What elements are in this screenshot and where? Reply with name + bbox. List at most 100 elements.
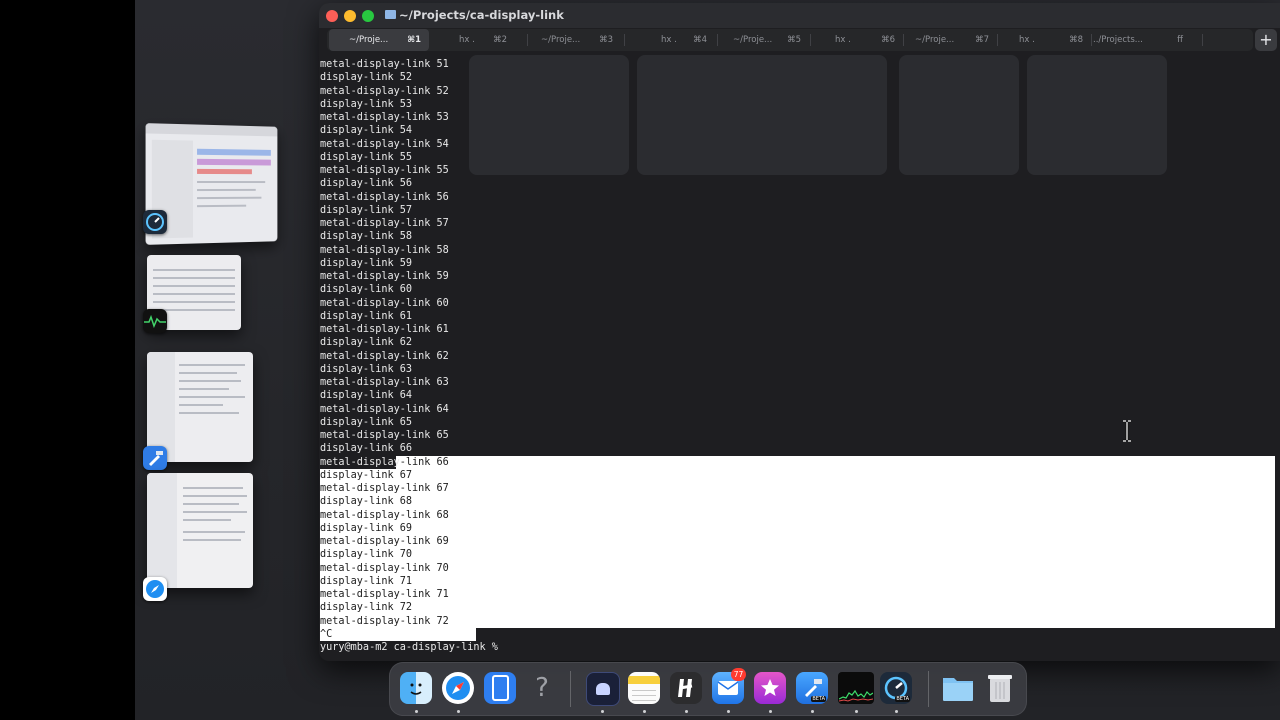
tab-9[interactable]: ../Projects... ff	[1093, 29, 1187, 51]
output-line: display-link 57	[320, 204, 413, 216]
tab-label: hx .	[835, 35, 851, 45]
output-line: display-link 63	[320, 363, 413, 375]
tab-shortcut: ⌘8	[1069, 35, 1083, 45]
output-line: metal-display-link 65	[320, 430, 449, 441]
tab-shortcut: ⌘4	[693, 35, 707, 45]
safari-icon[interactable]	[442, 672, 474, 704]
running-indicator	[457, 710, 460, 713]
output-line: ^C	[320, 628, 333, 640]
tab-label: ~/Proje...	[733, 35, 773, 45]
tab-2[interactable]: hx . ⌘2	[445, 29, 515, 51]
folder-icon	[385, 10, 396, 19]
close-button[interactable]	[326, 10, 338, 22]
selection-gap	[476, 627, 1275, 642]
running-indicator	[811, 710, 814, 713]
output-line: display-link 71	[320, 575, 413, 587]
running-indicator	[769, 710, 772, 713]
activity-graph-icon[interactable]	[838, 672, 874, 704]
xcode-beta-icon[interactable]: BETA	[796, 672, 828, 704]
tab-4[interactable]: hx . ⌘4	[631, 29, 715, 51]
dock-divider	[570, 671, 571, 707]
tab-label: ~/Proje...	[541, 35, 581, 45]
background-window-ghost	[469, 55, 1169, 185]
tab-6[interactable]: hx . ⌘6	[813, 29, 903, 51]
blue-app-icon[interactable]	[484, 672, 516, 704]
output-line: display-link 52	[320, 72, 413, 84]
tab-5[interactable]: ~/Proje... ⌘5	[719, 29, 809, 51]
output-line: metal-display-link 56	[320, 191, 449, 203]
output-line: metal-display-link 53	[320, 112, 449, 123]
output-line: display-link 67	[320, 469, 413, 481]
output-line: metal-display-link 70	[320, 562, 449, 574]
help-icon[interactable]: ?	[526, 672, 558, 704]
output-line: display-link 58	[320, 231, 413, 243]
output-line: display-link 55	[320, 151, 413, 163]
tab-label: hx .	[459, 35, 475, 45]
star-app-icon[interactable]	[754, 672, 786, 704]
running-indicator	[727, 710, 730, 713]
tab-divider	[624, 34, 625, 46]
running-indicator	[601, 710, 604, 713]
output-line: metal-display-link 66	[320, 455, 449, 469]
output-line: display-link 62	[320, 337, 413, 349]
output-line: metal-display-link 57	[320, 218, 449, 229]
tab-divider	[1202, 34, 1203, 46]
output-line: display-link 70	[320, 549, 413, 561]
beta-label: BETA	[811, 696, 826, 702]
tab-bar: ~/Proje... ⌘1 hx . ⌘2 ~/Proje... ⌘3 hx .…	[327, 29, 1253, 51]
tab-label: ~/Proje...	[915, 35, 955, 45]
zoom-button[interactable]	[362, 10, 374, 22]
tab-1[interactable]: ~/Proje... ⌘1	[329, 29, 429, 51]
tab-shortcut: ff	[1177, 35, 1183, 45]
output-line: display-link 54	[320, 125, 413, 137]
output-line: display-link 72	[320, 602, 413, 614]
stage-thumb-safari[interactable]	[147, 473, 253, 588]
tab-divider	[717, 34, 718, 46]
output-line: metal-display-link 68	[320, 509, 449, 521]
trash-icon[interactable]	[984, 672, 1016, 704]
tab-shortcut: ⌘3	[599, 35, 613, 45]
tab-label: hx .	[661, 35, 677, 45]
output-line: metal-display-link 64	[320, 403, 449, 415]
output-line: metal-display-link 69	[320, 536, 449, 547]
finder-icon[interactable]	[400, 672, 432, 704]
helix-icon[interactable]	[670, 672, 702, 704]
output-line: metal-display-link 60	[320, 297, 449, 309]
minimize-button[interactable]	[344, 10, 356, 22]
gauge-app-icon[interactable]: BETA	[880, 672, 912, 704]
running-indicator	[895, 710, 898, 713]
output-line: metal-display-link 55	[320, 165, 449, 176]
tab-3[interactable]: ~/Proje... ⌘3	[531, 29, 621, 51]
dock: ? 77 BETA BETA	[389, 662, 1027, 716]
new-tab-button[interactable]: +	[1255, 29, 1277, 51]
tab-divider	[997, 34, 998, 46]
terminal-app-icon[interactable]	[586, 672, 620, 706]
title-bar[interactable]: ~/Projects/ca-display-link	[319, 3, 1280, 28]
output-line: display-link 53	[320, 98, 413, 110]
shell-prompt: yury@mba-m2 ca-display-link %	[320, 642, 505, 653]
output-line: display-link 68	[320, 496, 413, 508]
running-indicator	[685, 710, 688, 713]
safari-icon	[143, 577, 167, 601]
xcode-beta-icon	[143, 446, 167, 470]
folder-icon[interactable]	[942, 672, 974, 704]
gauge-app-icon	[143, 210, 167, 234]
output-line: metal-display-link 61	[320, 324, 449, 335]
tab-label: ../Projects...	[1093, 35, 1143, 45]
tab-shortcut: ⌘2	[493, 35, 507, 45]
ibeam-cursor-icon	[1123, 420, 1131, 442]
output-line: metal-display-link 67	[320, 483, 449, 494]
terminal-window[interactable]: ~/Projects/ca-display-link ~/Proje... ⌘1…	[319, 3, 1280, 661]
mail-unread-badge: 77	[731, 668, 746, 681]
tab-8[interactable]: hx . ⌘8	[999, 29, 1091, 51]
activity-monitor-icon	[143, 309, 167, 333]
tab-shortcut: ⌘5	[787, 35, 801, 45]
output-line: metal-display-link 59	[320, 271, 449, 282]
output-line: display-link 61	[320, 310, 413, 322]
output-line: display-link 64	[320, 390, 413, 402]
notes-icon[interactable]	[628, 672, 660, 704]
output-line: display-link 65	[320, 416, 413, 428]
text-selection	[320, 455, 1275, 641]
tab-7[interactable]: ~/Proje... ⌘7	[905, 29, 997, 51]
tab-divider	[527, 34, 528, 46]
